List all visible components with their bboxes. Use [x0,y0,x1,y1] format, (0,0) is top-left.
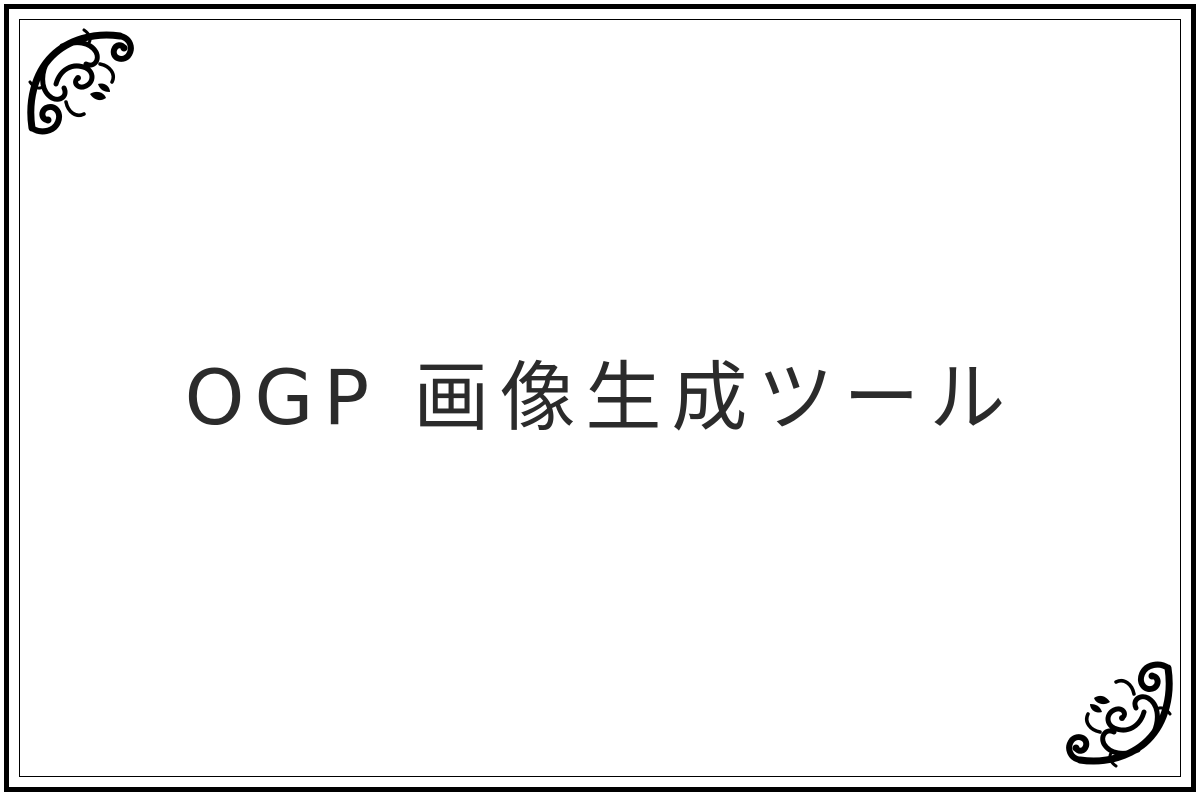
flourish-corner-icon [24,24,136,136]
ogp-image-canvas: OGP 画像生成ツール [0,0,1200,796]
ogp-title-text: OGP 画像生成ツール [184,353,1016,442]
flourish-corner-icon [1064,660,1176,772]
